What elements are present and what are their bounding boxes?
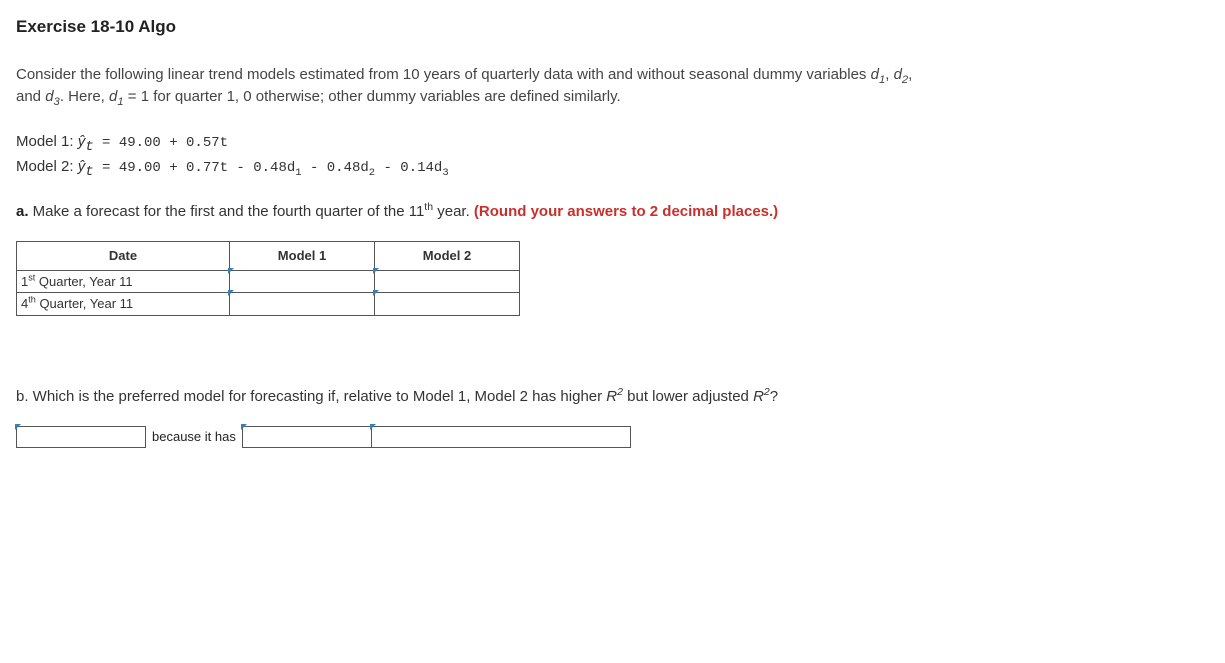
model1-eq: = 49.00 + 0.57t xyxy=(94,135,228,151)
blank-reason1-input[interactable] xyxy=(243,428,371,448)
q4-model2-input[interactable] xyxy=(375,293,519,315)
forecast-table: Date Model 1 Model 2 1st Quarter, Year 1… xyxy=(16,241,520,316)
intro-text: Consider the following linear trend mode… xyxy=(16,64,1209,109)
between-text: because it has xyxy=(146,427,242,447)
blank-model-input[interactable] xyxy=(17,428,145,448)
blank-reason1[interactable] xyxy=(242,426,372,448)
part-a-question: a. Make a forecast for the first and the… xyxy=(16,201,1209,224)
model2-eq: = 49.00 + 0.77t - 0.48d1 - 0.48d2 - 0.14… xyxy=(94,160,449,176)
intro-part1: Consider the following linear trend mode… xyxy=(16,66,871,83)
part-a-text1: Make a forecast for the first and the fo… xyxy=(29,203,425,220)
table-header-row: Date Model 1 Model 2 xyxy=(17,242,520,271)
model2-label: Model 2: xyxy=(16,158,78,175)
part-a-th: th xyxy=(424,201,433,213)
part-a-text2: year. xyxy=(433,203,474,220)
intro-line2a: and xyxy=(16,88,45,105)
q1-model2-cell[interactable] xyxy=(375,270,520,293)
row-q4-label: 4th Quarter, Year 11 xyxy=(17,293,230,316)
var-d3: d3 xyxy=(45,88,60,105)
part-b-answer-row: because it has xyxy=(16,426,1209,448)
col-date: Date xyxy=(17,242,230,271)
model2-yhat: ŷt xyxy=(78,158,94,175)
intro-line2b: . Here, xyxy=(60,88,109,105)
intro-comma1: , xyxy=(885,66,893,83)
part-b-text3: ? xyxy=(770,388,778,405)
intro-comma2: , xyxy=(908,66,912,83)
q1-model1-cell[interactable] xyxy=(230,270,375,293)
model1-yhat: ŷt xyxy=(78,133,94,150)
table-row: 4th Quarter, Year 11 xyxy=(17,293,520,316)
q4-model1-cell[interactable] xyxy=(230,293,375,316)
col-model2: Model 2 xyxy=(375,242,520,271)
var-d1: d1 xyxy=(871,66,886,83)
blank-model[interactable] xyxy=(16,426,146,448)
part-b-question: b. Which is the preferred model for fore… xyxy=(16,386,1209,409)
part-b-text1: Which is the preferred model for forecas… xyxy=(29,388,607,405)
col-model1: Model 1 xyxy=(230,242,375,271)
model1-label: Model 1: xyxy=(16,133,78,150)
q4-model2-cell[interactable] xyxy=(375,293,520,316)
model1-line: Model 1: ŷt = 49.00 + 0.57t xyxy=(16,131,1209,154)
model2-line: Model 2: ŷt = 49.00 + 0.77t - 0.48d1 - 0… xyxy=(16,156,1209,179)
table-row: 1st Quarter, Year 11 xyxy=(17,270,520,293)
intro-line2c: = 1 for quarter 1, 0 otherwise; other du… xyxy=(124,88,621,105)
q1-model1-input[interactable] xyxy=(230,271,374,293)
part-a-hint: (Round your answers to 2 decimal places.… xyxy=(474,203,778,220)
q4-model1-input[interactable] xyxy=(230,293,374,315)
q1-model2-input[interactable] xyxy=(375,271,519,293)
exercise-title: Exercise 18-10 Algo xyxy=(16,14,1209,40)
part-a-label: a. xyxy=(16,203,29,220)
row-q1-label: 1st Quarter, Year 11 xyxy=(17,270,230,293)
part-b-text2: but lower adjusted xyxy=(623,388,753,405)
r2-a: R2 xyxy=(606,388,623,405)
r2-b: R2 xyxy=(753,388,770,405)
blank-reason2[interactable] xyxy=(371,426,631,448)
part-b-label: b. xyxy=(16,388,29,405)
blank-reason2-input[interactable] xyxy=(372,428,630,448)
models-block: Model 1: ŷt = 49.00 + 0.57t Model 2: ŷt … xyxy=(16,131,1209,179)
var-d1b: d1 xyxy=(109,88,124,105)
var-d2: d2 xyxy=(894,66,909,83)
